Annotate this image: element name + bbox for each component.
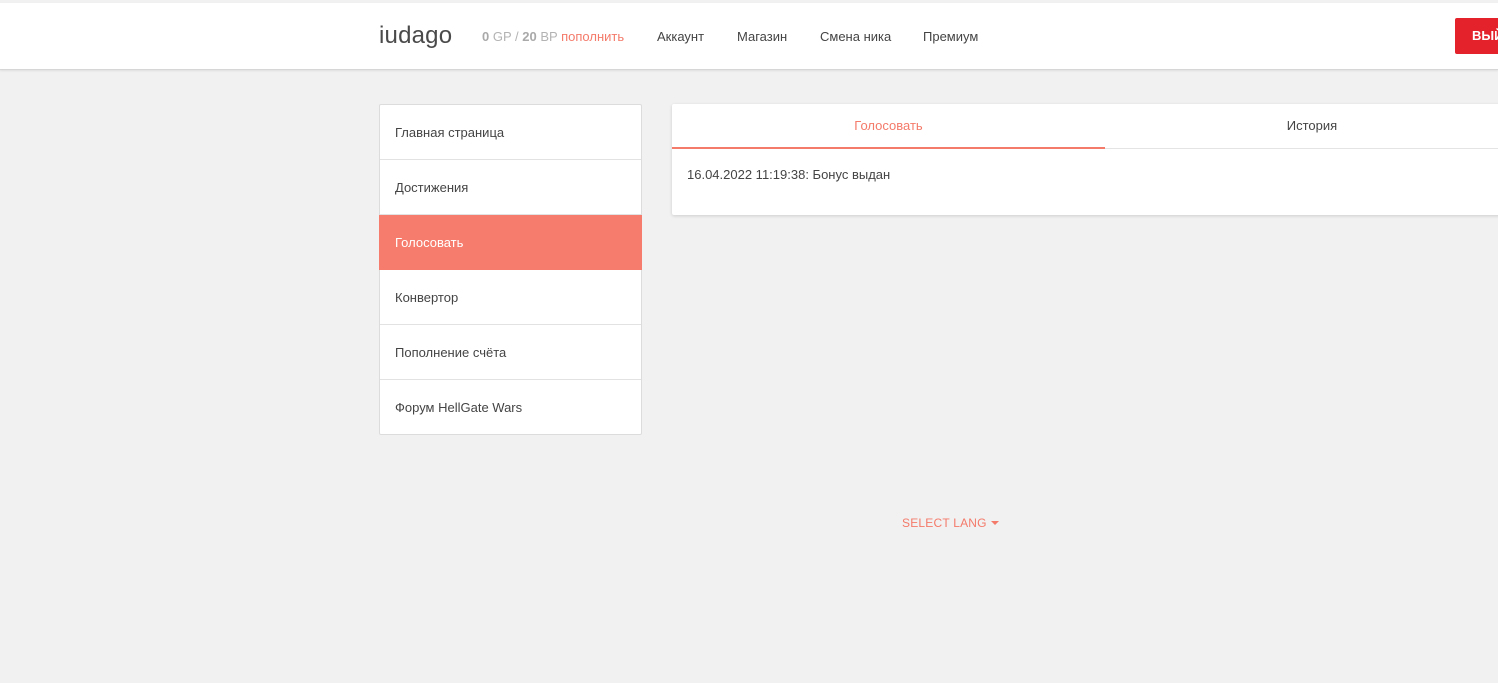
sidebar-menu: Главная страница Достижения Голосовать К… [379,104,642,435]
nav-change-nick[interactable]: Смена ника [820,29,891,44]
nav-shop[interactable]: Магазин [737,29,787,44]
gp-value: 0 [482,29,490,44]
balance-info: 0 GP / 20 BP пополнить [482,29,624,44]
balance-separator: / [515,29,519,44]
bp-unit: BP [540,29,558,44]
nav-account[interactable]: Аккаунт [657,29,704,44]
brand-username: iudago [379,22,453,49]
panel-tabs: Голосовать История [672,104,1498,149]
top-header: iudago 0 GP / 20 BP пополнить Аккаунт Ма… [0,3,1498,70]
gp-unit: GP [492,29,512,44]
logout-button[interactable]: ВЫЙ [1455,18,1498,54]
sidebar-item-topup[interactable]: Пополнение счёта [380,325,641,380]
caret-down-icon [990,520,999,525]
sidebar-item-vote[interactable]: Голосовать [379,215,642,270]
select-lang-label: SELECT LANG [902,516,987,530]
nav-premium[interactable]: Премиум [923,29,978,44]
tab-history[interactable]: История [1105,104,1498,148]
sidebar-item-achievements[interactable]: Достижения [380,160,641,215]
topup-link[interactable]: пополнить [561,29,624,44]
sidebar-item-converter[interactable]: Конвертор [380,270,641,325]
select-lang-dropdown[interactable]: SELECT LANG [902,516,999,530]
tab-vote[interactable]: Голосовать [672,104,1105,149]
bp-value: 20 [522,29,537,44]
sidebar-item-home[interactable]: Главная страница [380,105,641,160]
vote-log-entry: 16.04.2022 11:19:38: Бонус выдан [687,167,891,182]
sidebar-item-forum[interactable]: Форум HellGate Wars [380,380,641,434]
vote-panel: Голосовать История 16.04.2022 11:19:38: … [672,104,1498,215]
